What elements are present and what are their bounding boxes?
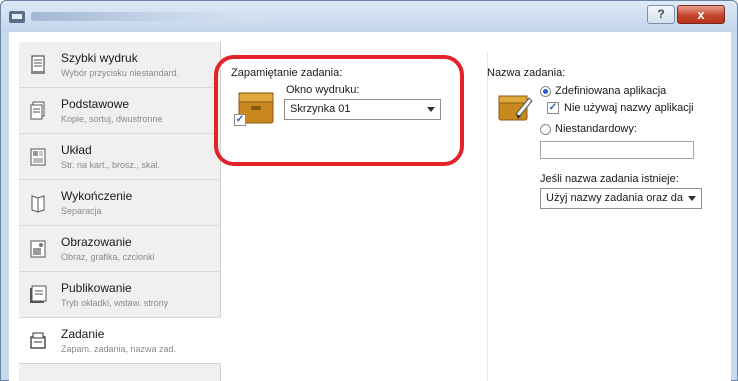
chevron-down-icon	[427, 107, 435, 112]
job-storage-label: Zapamiętanie zadania:	[231, 67, 343, 79]
if-job-name-exists-label: Jeśli nazwa zadania istnieje:	[540, 173, 679, 185]
output-box-label: Okno wydruku:	[286, 84, 360, 96]
job-name-folder-icon	[498, 95, 533, 121]
quick-print-icon	[31, 55, 45, 74]
nav-item-title: Układ	[61, 143, 92, 157]
printer-icon	[9, 11, 25, 23]
window-title-blurred	[31, 12, 266, 21]
nav-item-title: Wykończenie	[61, 189, 133, 203]
print-preferences-window: ? x Szybki wydruk Wybór przycisku niesta…	[0, 0, 738, 381]
nav-item-layout[interactable]: Układ Str. na kart., brosz., skal.	[19, 134, 221, 180]
column-divider	[487, 52, 488, 381]
nav-item-subtitle: Kopie, sortuj, dwustronne	[61, 114, 163, 124]
nav-item-finishing[interactable]: Wykończenie Separacja	[19, 180, 221, 226]
job-icon	[30, 332, 46, 349]
title-bar: ? x	[1, 1, 737, 32]
no-app-name-checkbox[interactable]: ✓	[547, 102, 559, 114]
job-storage-checkbox[interactable]: ✓	[234, 114, 246, 126]
close-button[interactable]: x	[677, 5, 725, 24]
imaging-icon	[30, 240, 46, 258]
no-app-name-label: Nie używaj nazwy aplikacji	[564, 102, 694, 114]
nav-item-subtitle: Str. na kart., brosz., skal.	[61, 160, 161, 170]
finishing-icon	[31, 195, 45, 213]
nav-item-quick-print[interactable]: Szybki wydruk Wybór przycisku niestandar…	[19, 42, 221, 88]
nav-item-title: Podstawowe	[61, 97, 130, 111]
dialog-client-area: Szybki wydruk Wybór przycisku niestandar…	[9, 32, 731, 381]
nav-item-publishing[interactable]: Publikowanie Tryb okładki, wstaw. strony	[19, 272, 221, 318]
job-name-label: Nazwa zadania:	[487, 67, 566, 79]
nav-item-subtitle: Tryb okładki, wstaw. strony	[61, 298, 169, 308]
nav-item-title: Obrazowanie	[61, 235, 132, 249]
nav-item-title: Publikowanie	[61, 281, 132, 295]
radio-defined-application-label: Zdefiniowana aplikacja	[555, 85, 667, 97]
nav-item-job[interactable]: Zadanie Zapam. zadania, nazwa zad.	[19, 318, 221, 364]
nav-item-imaging[interactable]: Obrazowanie Obraz, grafika, czcionki	[19, 226, 221, 272]
publishing-icon	[30, 285, 47, 303]
nav-item-subtitle: Zapam. zadania, nazwa zad.	[61, 344, 177, 354]
radio-custom-label: Niestandardowy:	[555, 123, 637, 135]
basic-icon	[30, 101, 45, 120]
nav-item-title: Szybki wydruk	[61, 51, 138, 65]
chevron-down-icon	[688, 196, 696, 201]
radio-custom[interactable]	[540, 124, 551, 135]
nav-item-subtitle: Obraz, grafika, czcionki	[61, 252, 155, 262]
nav-item-title: Zadanie	[61, 327, 105, 341]
radio-defined-application[interactable]	[540, 86, 551, 97]
if-job-name-exists-value: Użyj nazwy zadania oraz da	[546, 192, 683, 204]
if-job-name-exists-select[interactable]: Użyj nazwy zadania oraz da	[540, 188, 702, 209]
output-box-value: Skrzynka 01	[290, 103, 351, 115]
nav-item-subtitle: Wybór przycisku niestandard.	[61, 68, 179, 78]
custom-job-name-input[interactable]	[540, 141, 694, 159]
settings-nav: Szybki wydruk Wybór przycisku niestandar…	[19, 42, 221, 381]
nav-item-basic[interactable]: Podstawowe Kopie, sortuj, dwustronne	[19, 88, 221, 134]
output-box-select[interactable]: Skrzynka 01	[284, 99, 441, 120]
nav-item-subtitle: Separacja	[61, 206, 102, 216]
layout-icon	[30, 148, 46, 166]
help-button[interactable]: ?	[647, 5, 675, 24]
